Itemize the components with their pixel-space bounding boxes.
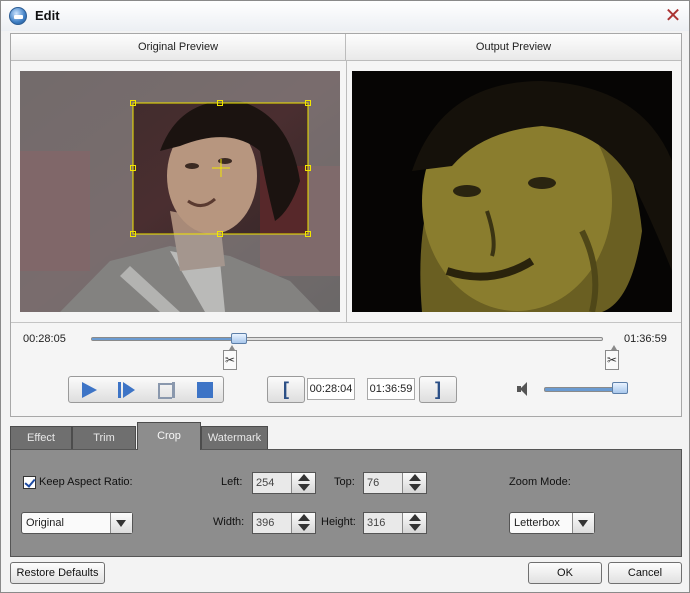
top-value[interactable]: 76 <box>367 473 379 493</box>
increment-icon[interactable] <box>409 514 421 521</box>
play-button[interactable] <box>77 380 101 400</box>
height-stepper[interactable]: 316 <box>363 512 427 534</box>
playback-controls <box>68 376 224 403</box>
tab-watermark[interactable]: Watermark <box>201 426 268 449</box>
trim-start-field[interactable]: 00:28:04 <box>307 378 355 400</box>
left-label: Left: <box>221 476 243 488</box>
output-preview-label: Output Preview <box>346 34 681 61</box>
width-stepper[interactable]: 396 <box>252 512 316 534</box>
decrement-icon[interactable] <box>298 484 310 491</box>
tab-trim[interactable]: Trim <box>72 426 136 449</box>
preview-panel: Original Preview Output Preview 00:28:05… <box>10 33 682 417</box>
seek-bar[interactable] <box>91 337 603 341</box>
ok-button[interactable]: OK <box>528 562 602 584</box>
chevron-down-icon[interactable] <box>572 513 594 533</box>
total-time: 01:36:59 <box>624 333 667 345</box>
close-button[interactable]: ✕ <box>663 6 683 26</box>
output-preview-video <box>352 71 672 312</box>
decrement-icon[interactable] <box>409 484 421 491</box>
skip-to-end-button[interactable] <box>155 380 179 400</box>
increment-icon[interactable] <box>409 474 421 481</box>
trim-end-field[interactable]: 01:36:59 <box>367 378 415 400</box>
restore-defaults-button[interactable]: Restore Defaults <box>10 562 105 584</box>
current-time: 00:28:05 <box>23 333 66 345</box>
next-frame-button[interactable] <box>115 380 139 400</box>
top-stepper[interactable]: 76 <box>363 472 427 494</box>
width-label: Width: <box>213 516 245 528</box>
set-start-button[interactable]: [ <box>267 376 305 403</box>
left-value[interactable]: 254 <box>256 473 274 493</box>
stop-button[interactable] <box>193 380 217 400</box>
seek-fill <box>92 338 240 340</box>
zoom-mode-value: Letterbox <box>514 517 560 529</box>
height-value[interactable]: 316 <box>367 513 385 533</box>
top-label: Top: <box>334 476 355 488</box>
width-value[interactable]: 396 <box>256 513 274 533</box>
seek-thumb[interactable] <box>231 333 247 344</box>
aspect-ratio-select[interactable]: Original <box>21 512 133 534</box>
aspect-ratio-value: Original <box>26 517 64 529</box>
cancel-button[interactable]: Cancel <box>608 562 682 584</box>
keep-aspect-label: Keep Aspect Ratio: <box>39 476 133 488</box>
volume-icon[interactable] <box>517 382 533 396</box>
set-end-button[interactable]: ] <box>419 376 457 403</box>
tab-crop[interactable]: Crop <box>137 422 201 450</box>
app-icon <box>9 7 27 25</box>
trim-end-marker[interactable]: ✂ <box>605 345 619 370</box>
volume-thumb[interactable] <box>612 382 628 394</box>
keep-aspect-checkbox[interactable] <box>23 476 36 489</box>
left-stepper[interactable]: 254 <box>252 472 316 494</box>
height-label: Height: <box>321 516 356 528</box>
chevron-down-icon[interactable] <box>110 513 132 533</box>
trim-start-marker[interactable]: ✂ <box>223 345 237 370</box>
decrement-icon[interactable] <box>298 524 310 531</box>
original-preview-label: Original Preview <box>11 34 346 61</box>
title-bar: Edit ✕ <box>1 1 689 31</box>
increment-icon[interactable] <box>298 514 310 521</box>
tab-effect[interactable]: Effect <box>10 426 72 449</box>
preview-divider <box>346 61 347 322</box>
edit-dialog: Edit ✕ Original Preview Output Preview 0… <box>0 0 690 593</box>
crop-panel: Keep Aspect Ratio: Original Left: 254 To… <box>10 449 682 557</box>
zoom-mode-label: Zoom Mode: <box>509 476 571 488</box>
zoom-mode-select[interactable]: Letterbox <box>509 512 595 534</box>
original-preview-video <box>20 71 340 312</box>
decrement-icon[interactable] <box>409 524 421 531</box>
window-title: Edit <box>35 8 60 23</box>
controls-separator <box>11 322 681 323</box>
increment-icon[interactable] <box>298 474 310 481</box>
